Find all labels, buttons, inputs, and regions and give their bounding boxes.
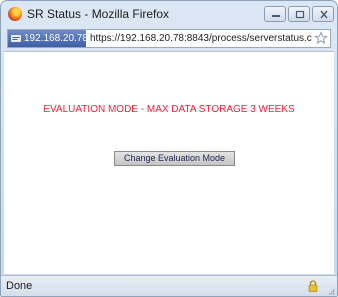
maximize-button[interactable]: [288, 6, 310, 22]
resize-grip-icon[interactable]: [327, 287, 335, 295]
minimize-icon: [272, 15, 280, 17]
evaluation-notice: EVALUATION MODE - MAX DATA STORAGE 3 WEE…: [43, 104, 295, 115]
close-icon: [320, 10, 328, 19]
firefox-icon: [8, 7, 22, 21]
status-text: Done: [6, 280, 33, 292]
site-identity-icon: [11, 35, 21, 42]
page-content: EVALUATION MODE - MAX DATA STORAGE 3 WEE…: [4, 51, 334, 274]
close-button[interactable]: [312, 6, 334, 22]
star-icon[interactable]: [314, 31, 328, 45]
address-bar[interactable]: 192.168.20.78 https://192.168.20.78:8843…: [7, 29, 331, 48]
url-text[interactable]: https://192.168.20.78:8843/process/serve…: [90, 30, 316, 47]
status-bar: Done: [1, 275, 337, 296]
maximize-icon: [295, 10, 305, 19]
site-identity-label: 192.168.20.78: [24, 33, 88, 44]
minimize-button[interactable]: [264, 6, 286, 22]
title-bar[interactable]: SR Status - Mozilla Firefox: [1, 1, 337, 28]
change-evaluation-mode-button[interactable]: Change Evaluation Mode: [114, 151, 235, 166]
window-title: SR Status - Mozilla Firefox: [27, 7, 170, 21]
browser-window: SR Status - Mozilla Firefox 192.168.20.7…: [0, 0, 338, 297]
site-identity-block[interactable]: 192.168.20.78: [8, 30, 88, 47]
lock-icon[interactable]: [308, 280, 318, 292]
